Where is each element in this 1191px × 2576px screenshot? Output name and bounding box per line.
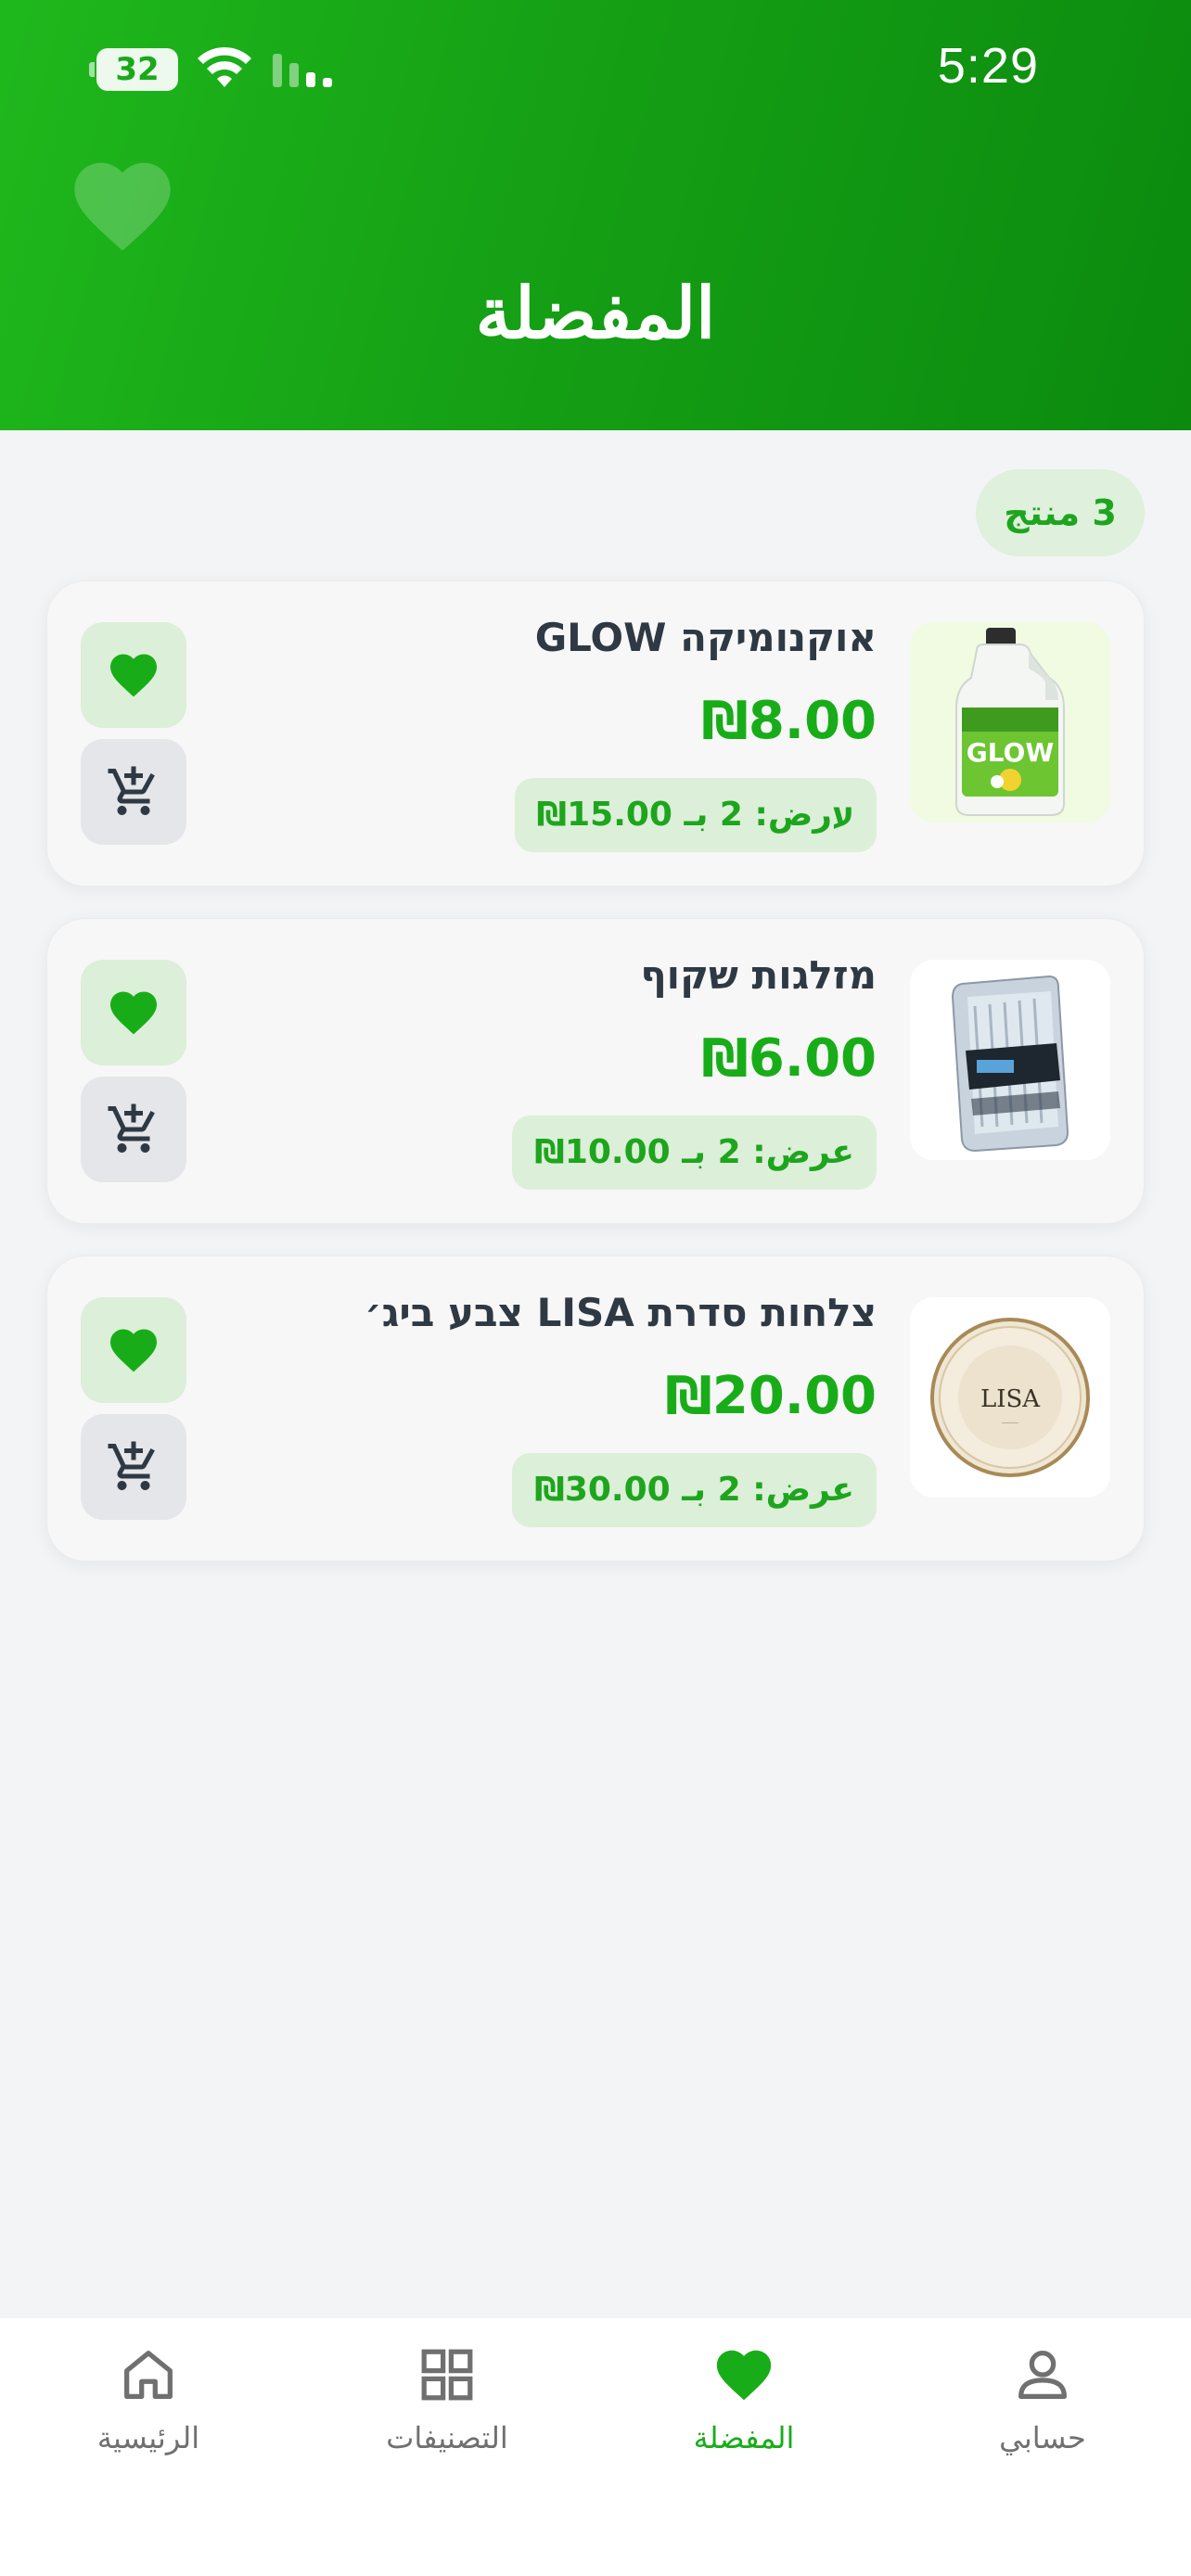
lisa-plate-image: LISA _____ xyxy=(910,1297,1110,1498)
bleach-bottle-image: GLOW xyxy=(910,622,1110,823)
header: 32 5:29 المفضلة xyxy=(0,0,1191,430)
favorite-button[interactable] xyxy=(81,622,186,728)
nav-item-home[interactable]: الرئيسية xyxy=(46,2342,250,2472)
heart-icon xyxy=(110,654,157,697)
battery-level: 32 xyxy=(96,48,178,91)
wifi-icon xyxy=(198,46,251,87)
product-image[interactable]: LISA _____ xyxy=(910,1297,1110,1498)
bottom-navigation: الرئيسية التصنيفات المفضلة حسابي xyxy=(0,2318,1191,2576)
nav-label: التصنيفات xyxy=(386,2420,508,2455)
svg-text:_____: _____ xyxy=(1001,1416,1018,1423)
svg-text:LISA: LISA xyxy=(980,1385,1041,1413)
page-title: المفضلة xyxy=(475,272,716,354)
nav-item-favorites[interactable]: المفضلة xyxy=(642,2342,846,2472)
product-image[interactable]: GLOW xyxy=(910,622,1110,823)
nav-item-categories[interactable]: التصنيفات xyxy=(345,2342,549,2472)
heart-icon xyxy=(110,991,157,1035)
favorite-button[interactable] xyxy=(81,1297,186,1403)
product-title: מזלגות שקוף xyxy=(640,952,877,998)
status-bar: 32 5:29 xyxy=(0,0,1191,139)
nav-label: الرئيسية xyxy=(96,2420,200,2455)
product-title: צלחות סדרת LISA צבע ביג׳ xyxy=(364,1290,877,1335)
grid-icon xyxy=(421,2349,473,2401)
battery-nub xyxy=(89,62,95,77)
favorite-button[interactable] xyxy=(81,960,186,1065)
product-price: ₪20.00 xyxy=(665,1366,877,1426)
heart-icon xyxy=(716,2350,772,2401)
nav-label: المفضلة xyxy=(693,2420,795,2455)
cellular-signal-icon xyxy=(273,54,332,87)
nav-label: حسابي xyxy=(999,2420,1086,2455)
product-card[interactable]: GLOW אוקנומיקה GLOW ₪8.00 עرض: 2 بـ 15.0… xyxy=(46,580,1145,886)
heart-icon xyxy=(74,162,171,251)
status-time: 5:29 xyxy=(937,38,1039,94)
add-to-cart-icon xyxy=(108,1441,155,1490)
offer-badge: عرض: 2 بـ 10.00₪ xyxy=(512,1116,877,1190)
add-to-cart-button[interactable] xyxy=(81,739,186,845)
user-icon xyxy=(1018,2351,1067,2399)
product-card[interactable]: LISA _____ צלחות סדרת LISA צבע ביג׳ ₪20.… xyxy=(46,1256,1145,1562)
home-icon xyxy=(124,2351,173,2399)
heart-icon xyxy=(110,1329,157,1372)
svg-text:GLOW: GLOW xyxy=(967,737,1055,768)
product-card[interactable]: מזלגות שקוף ₪6.00 عرض: 2 بـ 10.00₪ xyxy=(46,918,1145,1224)
add-to-cart-button[interactable] xyxy=(81,1077,186,1182)
offer-badge: עرض: 2 بـ 15.00₪ xyxy=(514,778,877,852)
product-title: אוקנומיקה GLOW xyxy=(534,615,877,660)
product-count-badge: 3 منتج xyxy=(976,469,1145,556)
product-price: ₪6.00 xyxy=(701,1028,877,1089)
add-to-cart-button[interactable] xyxy=(81,1414,186,1520)
add-to-cart-icon xyxy=(108,766,155,815)
nav-item-account[interactable]: حسابي xyxy=(941,2342,1145,2472)
product-price: ₪8.00 xyxy=(701,691,877,751)
add-to-cart-icon xyxy=(108,1103,155,1153)
offer-badge: عرض: 2 بـ 30.00₪ xyxy=(512,1453,877,1527)
plastic-forks-image xyxy=(910,960,1110,1160)
battery-indicator: 32 xyxy=(89,48,178,91)
product-image[interactable] xyxy=(910,960,1110,1160)
